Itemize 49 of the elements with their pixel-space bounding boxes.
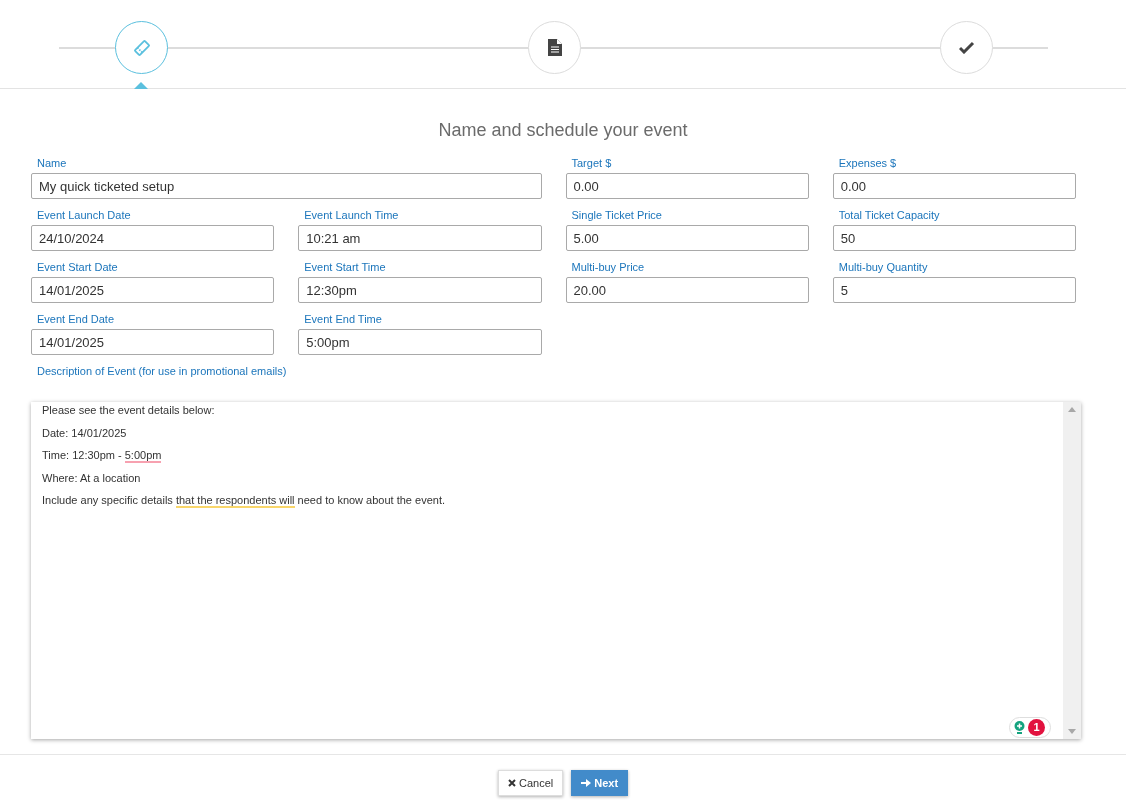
field-label: Event Start Time — [304, 260, 386, 274]
input-field[interactable]: My quick ticketed setup — [31, 173, 542, 199]
input-field[interactable]: 5:00pm — [298, 329, 542, 355]
field-label: Event End Date — [37, 312, 115, 326]
description-line: Date: 14/01/2025 — [42, 425, 127, 440]
input-field[interactable]: 5.00 — [565, 225, 809, 251]
field-label: Event Launch Date — [37, 208, 131, 222]
issue-count-badge: 1 — [1028, 719, 1045, 736]
field-label: Multi-buy Quantity — [838, 260, 928, 274]
field-label: Description of Event (for use in promotional emails) — [37, 364, 287, 378]
field-label: Expenses $ — [838, 156, 897, 170]
grammar-widget[interactable]: 1 — [1009, 717, 1051, 738]
check-icon — [958, 41, 975, 54]
input-field[interactable]: 24/10/2024 — [31, 225, 275, 251]
step-pointer-icon — [134, 82, 148, 89]
field-label: Single Ticket Price — [571, 208, 662, 222]
field-label: Event Start Date — [37, 260, 118, 274]
ticket-icon — [132, 38, 151, 57]
field-label: Multi-buy Price — [571, 260, 645, 274]
document-icon — [547, 39, 562, 56]
input-field[interactable]: 12:30pm — [298, 277, 542, 303]
field-label: Event End Time — [304, 312, 382, 326]
description-line: Include any specific details that the respondents will need to know about the event. — [42, 493, 445, 508]
cancel-button[interactable]: Cancel — [497, 770, 564, 796]
page-heading: Name and schedule your event — [437, 119, 689, 142]
field-label: Total Ticket Capacity — [838, 208, 940, 222]
input-field[interactable]: 5 — [832, 277, 1076, 303]
scroll-down-icon[interactable] — [1068, 729, 1076, 734]
input-field[interactable]: 14/01/2025 — [31, 277, 275, 303]
input-field[interactable]: 14/01/2025 — [31, 329, 275, 355]
description-editor[interactable]: Please see the event details below: Date: 14/01/2025 Time: 12:30pm - 5:00pm Where: At a location Include any specific details that the respondents will need to know about the event. 1 — [31, 402, 1081, 739]
field-label: Event Launch Time — [304, 208, 399, 222]
bulb-icon — [1014, 721, 1025, 734]
field-label: Target $ — [571, 156, 612, 170]
description-line: Time: 12:30pm - 5:00pm — [42, 448, 162, 463]
input-field[interactable]: 20.00 — [565, 277, 809, 303]
description-line: Please see the event details below: — [42, 403, 215, 417]
input-field[interactable]: 10:21 am — [298, 225, 542, 251]
scroll-up-icon[interactable] — [1068, 407, 1076, 412]
next-button[interactable]: Next — [571, 770, 629, 796]
input-field[interactable]: 0.00 — [565, 173, 809, 199]
arrow-right-icon — [581, 778, 592, 788]
step-button[interactable] — [528, 21, 581, 74]
input-field[interactable]: 50 — [832, 225, 1076, 251]
description-line: Where: At a location — [42, 470, 141, 485]
field-label: Name — [37, 156, 67, 170]
input-field[interactable]: 0.00 — [832, 173, 1076, 199]
close-icon — [507, 779, 516, 787]
scrollbar[interactable] — [1063, 402, 1081, 739]
